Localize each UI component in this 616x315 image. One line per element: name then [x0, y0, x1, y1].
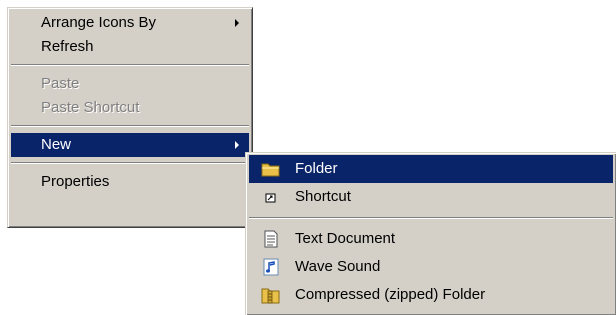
menu-item-label: Paste Shortcut	[41, 99, 140, 116]
menu-item-refresh[interactable]: Refresh	[11, 35, 249, 59]
folder-icon	[261, 160, 281, 178]
menu-item-label: Arrange Icons By	[41, 14, 157, 31]
submenu-item-label: Text Document	[295, 230, 396, 247]
submenu-item-label: Folder	[295, 160, 338, 177]
menu-item-paste-shortcut: Paste Shortcut	[11, 96, 249, 120]
menu-item-new[interactable]: New	[11, 133, 249, 157]
submenu-item-compressed-folder[interactable]: Compressed (zipped) Folder	[249, 281, 613, 309]
wave-sound-icon	[261, 258, 281, 276]
menu-item-arrange-icons-by[interactable]: Arrange Icons By	[11, 11, 249, 35]
submenu-arrow-icon	[235, 141, 239, 149]
menu-separator	[11, 64, 249, 66]
menu-item-label: Paste	[41, 75, 80, 92]
submenu-item-folder[interactable]: Folder	[249, 155, 613, 183]
submenu-separator	[249, 217, 613, 219]
submenu-item-label: Wave Sound	[295, 258, 381, 275]
menu-separator	[11, 125, 249, 127]
desktop-context-menu: Arrange Icons By Refresh Paste Paste Sho…	[7, 7, 253, 228]
zipped-folder-icon	[261, 286, 281, 304]
menu-item-properties[interactable]: Properties	[11, 170, 249, 194]
new-submenu: Folder Shortcut Text Document Wave Sound…	[245, 152, 616, 315]
menu-item-label: New	[41, 136, 72, 153]
submenu-item-label: Shortcut	[295, 188, 351, 205]
submenu-item-text-document[interactable]: Text Document	[249, 225, 613, 253]
menu-item-label: Refresh	[41, 38, 94, 55]
menu-separator	[11, 162, 249, 164]
text-document-icon	[261, 230, 281, 248]
submenu-item-wave-sound[interactable]: Wave Sound	[249, 253, 613, 281]
submenu-arrow-icon	[235, 19, 239, 27]
menu-item-paste: Paste	[11, 72, 249, 96]
shortcut-icon	[261, 188, 281, 206]
menu-item-label: Properties	[41, 173, 110, 190]
submenu-item-shortcut[interactable]: Shortcut	[249, 183, 613, 211]
submenu-item-label: Compressed (zipped) Folder	[295, 286, 486, 303]
